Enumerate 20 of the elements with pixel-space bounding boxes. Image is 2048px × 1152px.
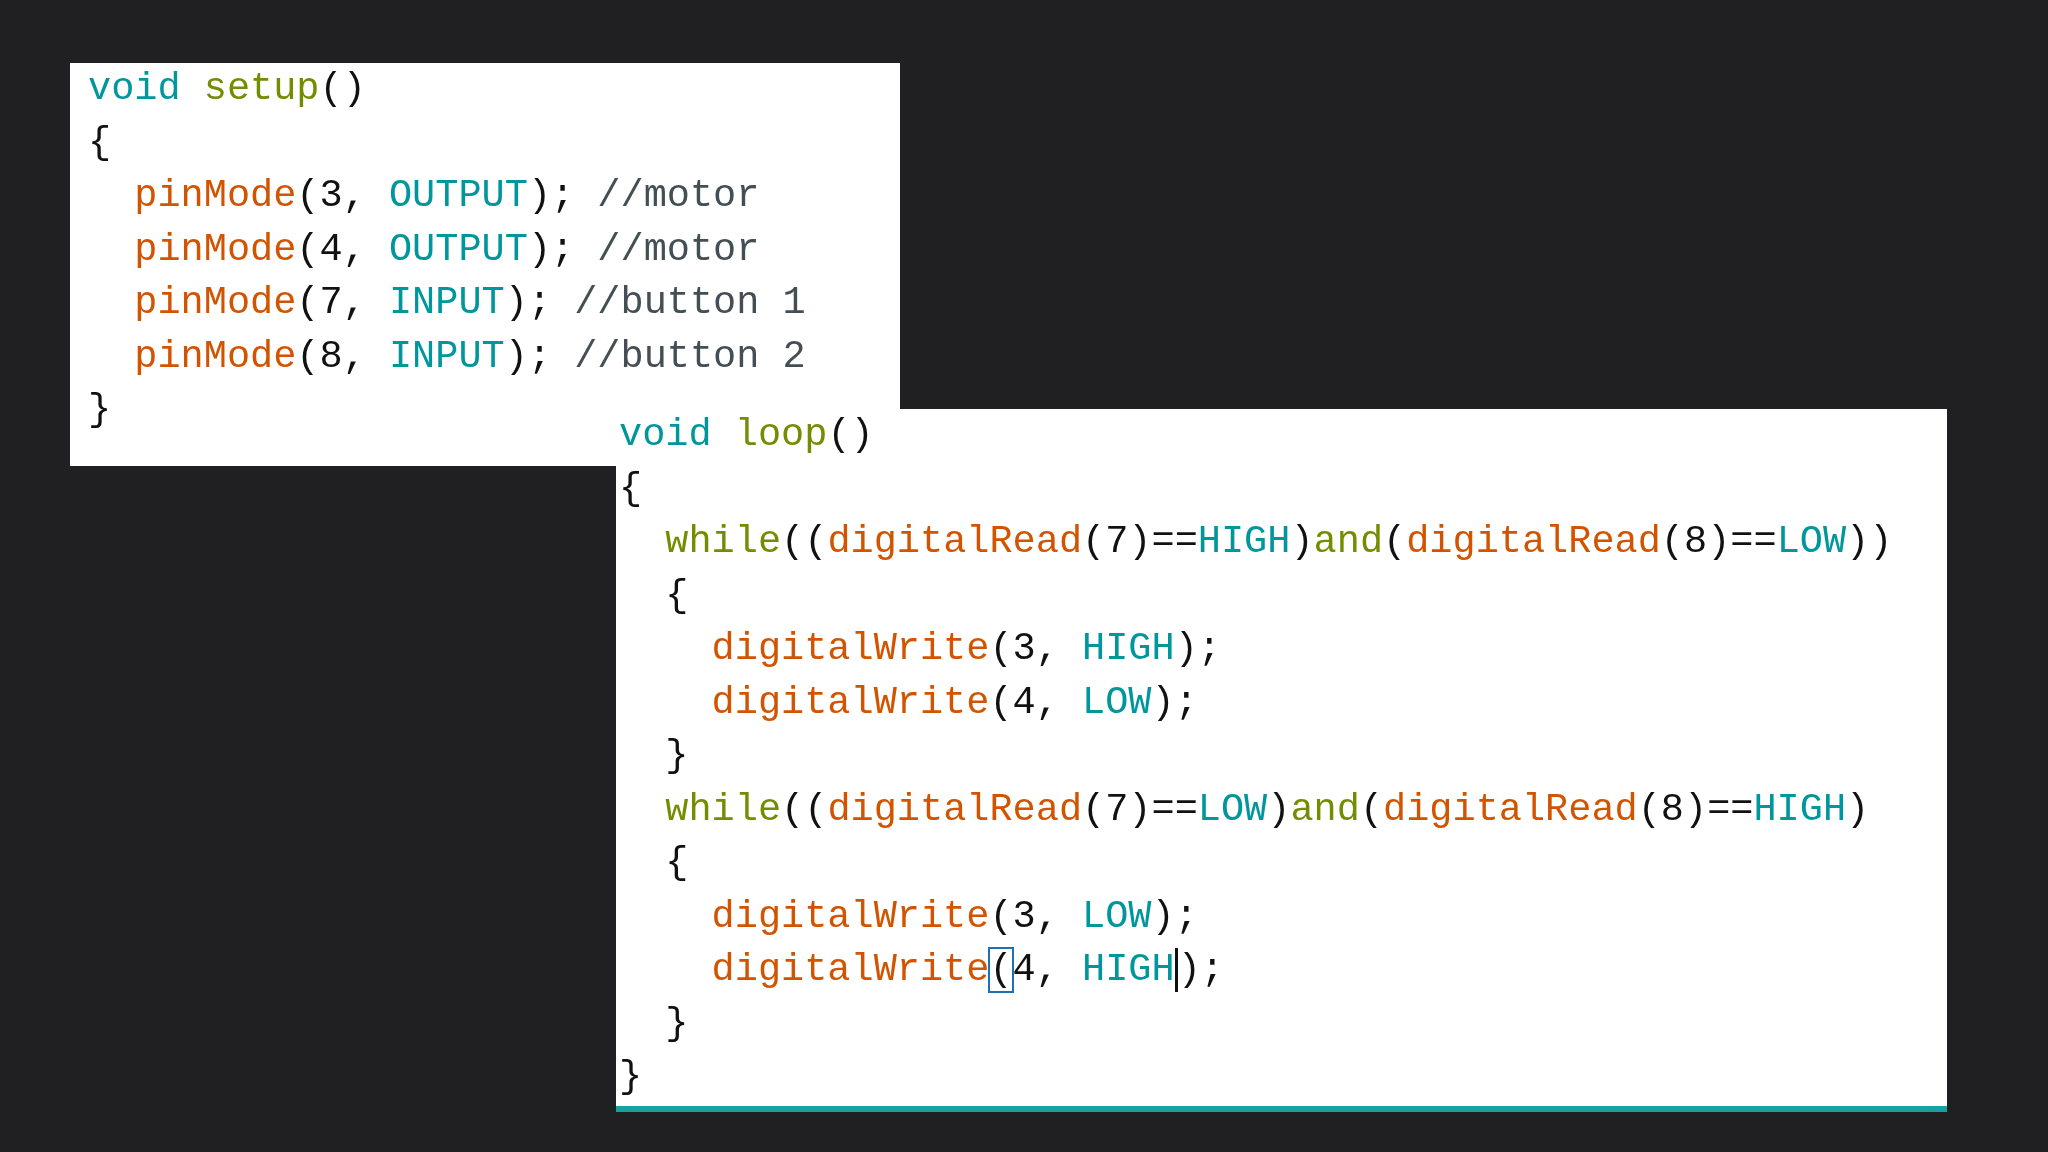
code-line: pinMode(4, OUTPUT); //motor <box>133 226 760 274</box>
code-line: pinMode(7, INPUT); //button 1 <box>133 280 806 327</box>
code-line: digitalWrite(3, HIGH); <box>710 626 1221 673</box>
code-line: { <box>619 465 643 513</box>
code-line: digitalWrite(4, LOW); <box>710 679 1198 727</box>
code-line: } <box>664 1000 689 1048</box>
code-line: pinMode(8, INPUT); //button 2 <box>133 333 806 381</box>
code-line: { <box>664 572 689 620</box>
code-line: digitalWrite(4, HIGH); <box>710 946 1224 994</box>
code-line: digitalWrite(3, LOW); <box>710 893 1198 941</box>
code-line: void loop() <box>619 412 874 459</box>
code-line: { <box>88 119 112 167</box>
code-line: pinMode(3, OUTPUT); //motor <box>133 173 760 220</box>
code-line: } <box>664 733 689 780</box>
code-line: } <box>619 1054 643 1101</box>
code-line: while((digitalRead(7)==LOW)and(digitalRead(8)==HIGH) <box>664 786 1870 834</box>
code-line: void setup() <box>88 66 366 113</box>
code-line: while((digitalRead(7)==HIGH)and(digitalRead(8)==LOW)) <box>664 519 1893 566</box>
code-line: } <box>88 387 112 434</box>
code-line: { <box>664 840 689 887</box>
